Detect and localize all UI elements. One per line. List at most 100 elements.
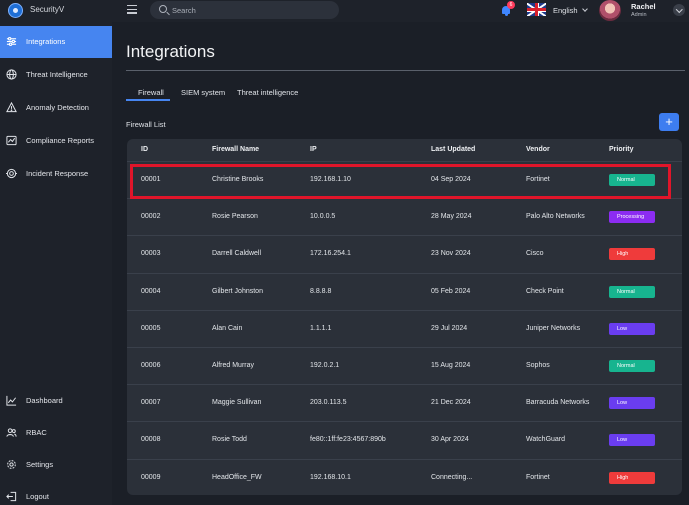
table-row[interactable] bbox=[127, 459, 682, 496]
sidebar-item-label: Settings bbox=[26, 460, 54, 469]
priority-badge: Low bbox=[609, 434, 655, 446]
tab-siem-system[interactable]: SIEM system bbox=[181, 88, 225, 97]
firewall-name: Alan Cain bbox=[212, 325, 243, 332]
firewall-name: Rosie Pearson bbox=[212, 213, 258, 220]
language-selector[interactable]: English bbox=[553, 6, 578, 15]
column-header-firewall-name[interactable]: Firewall Name bbox=[212, 146, 259, 153]
priority-badge: Normal bbox=[609, 360, 655, 372]
top-bar: SecurityV 6 English Rachel Admin bbox=[0, 0, 689, 22]
add-firewall-button[interactable]: + bbox=[659, 113, 679, 131]
last-updated: 23 Nov 2024 bbox=[431, 250, 471, 257]
firewall-id: 00002 bbox=[141, 213, 161, 220]
sidebar: Integrations Threat Intelligence Anomaly… bbox=[0, 22, 112, 505]
priority-badge: High bbox=[609, 472, 655, 484]
last-updated: 29 Jul 2024 bbox=[431, 325, 468, 332]
last-updated: 28 May 2024 bbox=[431, 213, 472, 220]
firewall-ip: 192.0.2.1 bbox=[310, 362, 340, 369]
app-name: SecurityV bbox=[30, 5, 65, 14]
firewall-name: HeadOffice_FW bbox=[212, 474, 262, 481]
sidebar-item-incident-response[interactable]: Incident Response bbox=[0, 158, 112, 190]
sidebar-item-label: Dashboard bbox=[26, 396, 63, 405]
shield-logo-icon[interactable] bbox=[8, 3, 23, 18]
vendor: Cisco bbox=[526, 250, 544, 257]
tab-threat-intelligence[interactable]: Threat intelligence bbox=[237, 88, 298, 97]
notification-count-badge: 6 bbox=[507, 1, 515, 9]
sidebar-item-label: RBAC bbox=[26, 428, 47, 437]
firewall-id: 00004 bbox=[141, 288, 161, 295]
column-header-vendor[interactable]: Vendor bbox=[526, 146, 550, 153]
user-role: Admin bbox=[631, 12, 647, 18]
logout-icon bbox=[6, 491, 17, 502]
warning-icon bbox=[6, 102, 17, 113]
table-row[interactable] bbox=[127, 310, 682, 347]
table-row[interactable] bbox=[127, 273, 682, 310]
column-header-priority[interactable]: Priority bbox=[609, 146, 634, 153]
last-updated: 15 Aug 2024 bbox=[431, 362, 471, 369]
sidebar-item-logout[interactable]: Logout bbox=[0, 481, 112, 505]
vendor: WatchGuard bbox=[526, 436, 566, 443]
table-row[interactable] bbox=[127, 235, 682, 272]
target-icon bbox=[6, 168, 17, 179]
sidebar-item-compliance-reports[interactable]: Compliance Reports bbox=[0, 125, 112, 157]
priority-badge: Normal bbox=[609, 286, 655, 298]
sidebar-item-threat-intelligence[interactable]: Threat Intelligence bbox=[0, 59, 112, 91]
column-header-id[interactable]: ID bbox=[141, 146, 148, 153]
priority-badge: High bbox=[609, 248, 655, 260]
sidebar-item-dashboard[interactable]: Dashboard bbox=[0, 385, 112, 417]
priority-badge: Processing bbox=[609, 211, 655, 223]
tab-firewall[interactable]: Firewall bbox=[138, 88, 164, 97]
search-bar[interactable] bbox=[150, 1, 339, 19]
last-updated: 30 Apr 2024 bbox=[431, 436, 469, 443]
sidebar-item-label: Threat Intelligence bbox=[26, 70, 88, 79]
firewall-ip: 192.168.10.1 bbox=[310, 474, 351, 481]
firewall-name: Maggie Sullivan bbox=[212, 399, 262, 406]
sidebar-item-label: Integrations bbox=[26, 37, 66, 46]
vendor: Sophos bbox=[526, 362, 550, 369]
firewall-id: 00008 bbox=[141, 436, 161, 443]
firewall-id: 00009 bbox=[141, 474, 161, 481]
sidebar-item-rbac[interactable]: RBAC bbox=[0, 417, 112, 449]
sliders-icon bbox=[6, 37, 17, 46]
page-title: Integrations bbox=[126, 42, 215, 61]
firewall-ip: 172.16.254.1 bbox=[310, 250, 351, 257]
firewall-ip: 1.1.1.1 bbox=[310, 325, 332, 332]
firewall-ip: 10.0.0.5 bbox=[310, 213, 336, 220]
gear-icon bbox=[7, 460, 16, 469]
firewall-ip: 203.0.113.5 bbox=[310, 399, 347, 406]
vendor: Fortinet bbox=[526, 474, 550, 481]
menu-icon[interactable] bbox=[127, 5, 137, 15]
sidebar-item-label: Logout bbox=[26, 492, 49, 501]
table-row[interactable] bbox=[127, 421, 682, 458]
uk-flag-icon[interactable] bbox=[527, 3, 546, 16]
sidebar-item-settings[interactable]: Settings bbox=[0, 449, 112, 481]
sidebar-item-label: Anomaly Detection bbox=[26, 103, 89, 112]
chart-icon bbox=[6, 395, 17, 406]
last-updated: 05 Feb 2024 bbox=[431, 288, 471, 295]
vendor: Check Point bbox=[526, 288, 564, 295]
last-updated: Connecting... bbox=[431, 474, 473, 481]
firewall-ip: 8.8.8.8 bbox=[310, 288, 332, 295]
chevron-down-icon[interactable] bbox=[582, 6, 588, 12]
vendor: Palo Alto Networks bbox=[526, 213, 585, 220]
vendor: Juniper Networks bbox=[526, 325, 581, 332]
firewall-id: 00007 bbox=[141, 399, 161, 406]
user-name: Rachel bbox=[631, 2, 656, 11]
column-header-ip[interactable]: IP bbox=[310, 146, 317, 153]
search-icon bbox=[159, 5, 167, 13]
firewall-id: 00003 bbox=[141, 250, 161, 257]
table-row[interactable] bbox=[127, 347, 682, 384]
priority-badge: Low bbox=[609, 323, 655, 335]
active-tab-indicator bbox=[126, 99, 170, 101]
search-input[interactable] bbox=[172, 3, 332, 17]
sidebar-item-anomaly-detection[interactable]: Anomaly Detection bbox=[0, 92, 112, 124]
section-title: Firewall List bbox=[126, 120, 166, 129]
table-row[interactable] bbox=[127, 384, 682, 421]
row-highlight-box bbox=[130, 164, 671, 199]
users-icon bbox=[6, 428, 17, 437]
table-row[interactable] bbox=[127, 198, 682, 235]
avatar[interactable] bbox=[599, 0, 621, 21]
column-header-last-updated[interactable]: Last Updated bbox=[431, 146, 475, 153]
user-menu-chevron-icon[interactable] bbox=[673, 4, 685, 16]
firewall-name: Gilbert Johnston bbox=[212, 288, 263, 295]
sidebar-item-integrations[interactable]: Integrations bbox=[0, 26, 112, 58]
